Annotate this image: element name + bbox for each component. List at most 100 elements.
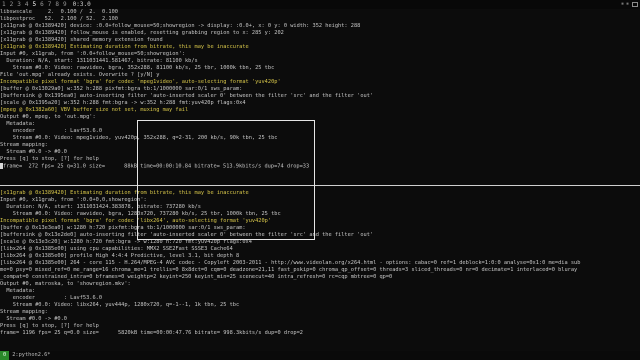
workspace-tag[interactable]: 6 (38, 1, 46, 8)
terminal-line: [scale @ 0x1395a20] w:352 h:288 fmt:bgra… (0, 100, 640, 107)
terminal-line-text: encoder : Lavf53.6.0 (0, 128, 103, 134)
terminal-line-text: Input #0, x11grab, from ':0.0+follow_mou… (0, 51, 185, 57)
tray-indicator-icon: ▪ (620, 1, 624, 7)
terminal-line: [x11grab @ 0x1389420] follow_mouse is en… (0, 30, 640, 37)
terminal-line-text: Output #0, matroska, to 'showregion.mkv'… (0, 281, 131, 287)
terminal-line: me=0 psy=0 mixed_ref=0 me_range=16 chrom… (0, 267, 640, 274)
pane-divider[interactable] (0, 185, 640, 186)
terminal-line-text: libswscale 2. 0.100 / 2. 0.100 (0, 9, 118, 15)
terminal-line: Press [q] to stop, [?] for help (0, 156, 640, 163)
terminal-line-text: [mpeg @ 0x1382a60] VBV buffer size not s… (0, 107, 189, 113)
terminal-pane-top[interactable]: libswscale 2. 0.100 / 2. 0.100 libpostpro… (0, 9, 640, 184)
terminal-line: [buffer @ 0x13029a0] w:352 h:288 pixfmt:… (0, 86, 640, 93)
terminal-line-text: Press [q] to stop, [?] for help (0, 323, 99, 329)
terminal-line: [libx264 @ 0x1385e00] using cpu capabili… (0, 246, 640, 253)
terminal-line: [x11grab @ 0x1389420] Estimating duratio… (0, 44, 640, 51)
terminal-line-text: frame= 272 fps= 25 q=31.0 size= 88kB tim… (3, 163, 310, 170)
terminal-line: _compat=0 constrained_intra=0 bframes=0 … (0, 274, 640, 281)
terminal-line-text: Stream #0.0: Video: rawvideo, bgra, 352x… (0, 65, 275, 71)
terminal-line-text: Press [q] to stop, [?] for help (0, 156, 99, 162)
terminal-line-text: Duration: N/A, start: 1311031424.383878,… (0, 204, 201, 210)
terminal-line-text: [scale @ 0x1395a20] w:352 h:288 fmt:bgra… (0, 100, 246, 106)
terminal-line-text: Stream #0.0 -> #0.0 (0, 316, 67, 322)
tmux-status-bar: 0 2:python2.6* (0, 351, 640, 360)
terminal-line: [buffersink @ 0x1395ea0] auto-inserting … (0, 93, 640, 100)
terminal-line: Duration: N/A, start: 1311031441.581467,… (0, 58, 640, 65)
terminal-line: Metadata: (0, 288, 640, 295)
terminal-line-text: [x11grab @ 0x1389420] device: :0.0+follo… (0, 23, 361, 29)
terminal-line: File 'out.mpg' already exists. Overwrite… (0, 72, 640, 79)
workspace-tag[interactable]: 4 (23, 1, 31, 8)
workspace-tag[interactable]: 5 (31, 1, 39, 8)
workspace-tag[interactable]: 8 (53, 1, 61, 8)
terminal-line: Press [q] to stop, [?] for help (0, 323, 640, 330)
terminal-line-text: Duration: N/A, start: 1311031441.581467,… (0, 58, 198, 64)
terminal-line: [mpeg @ 0x1382a60] VBV buffer size not s… (0, 107, 640, 114)
terminal-line-text: Stream #0.0: Video: rawvideo, bgra, 1280… (0, 211, 281, 217)
terminal-line-text: Output #0, mpeg, to 'out.mpg': (0, 114, 96, 120)
terminal-line: libpostproc 52. 2.100 / 52. 2.100 (0, 16, 640, 23)
terminal-line-text: Incompatible pixel format 'bgra' for cod… (0, 79, 281, 85)
terminal-line: frame= 1196 fps= 25 q=0.0 size= 5820kB t… (0, 330, 640, 337)
terminal-line: Input #0, x11grab, from ':0.0+0,0,showre… (0, 197, 640, 204)
workspace-tag[interactable]: 9 (61, 1, 69, 8)
terminal-line: Metadata: (0, 121, 640, 128)
terminal-line: Output #0, matroska, to 'showregion.mkv'… (0, 281, 640, 288)
workspace-tags: 123456789 (0, 0, 69, 9)
terminal-line: Stream mapping: (0, 142, 640, 149)
workspace-tag[interactable]: 3 (15, 1, 23, 8)
terminal-line: Stream #0.0 -> #0.0 (0, 316, 640, 323)
terminal-line-text: [scale @ 0x13e3c20] w:1280 h:720 fmt:bgr… (0, 239, 252, 245)
terminal-line-text: encoder : Lavf53.6.0 (0, 295, 103, 301)
terminal-line-text: Stream #0.0 -> #0.0 (0, 149, 67, 155)
terminal-line-text: [x11grab @ 0x1389420] shared memory exte… (0, 37, 163, 43)
terminal-line-text: [x11grab @ 0x1389420] Estimating duratio… (0, 190, 249, 196)
terminal-line-text: Stream mapping: (0, 142, 48, 148)
terminal-line: Input #0, x11grab, from ':0.0+follow_mou… (0, 51, 640, 58)
terminal-line: [libx264 @ 0x1385e00] 264 - core 115 - H… (0, 260, 640, 267)
terminal-line-text: [buffersink @ 0x13e2de0] auto-inserting … (0, 232, 374, 238)
window-indicator[interactable]: 2:python2.6* (9, 351, 50, 360)
terminal-line-text: Stream mapping: (0, 309, 48, 315)
terminal-line-text: Metadata: (0, 121, 36, 127)
terminal-line-text: libpostproc 52. 2.100 / 52. 2.100 (0, 16, 118, 22)
terminal-line-text: [libx264 @ 0x1385e00] using cpu capabili… (0, 246, 233, 252)
terminal-line: Stream #0.0 -> #0.0 (0, 149, 640, 156)
terminal-line-text: [x11grab @ 0x1389420] Estimating duratio… (0, 44, 249, 50)
terminal-line-text: [buffersink @ 0x1395ea0] auto-inserting … (0, 93, 374, 99)
terminal-line: Output #0, mpeg, to 'out.mpg': (0, 114, 640, 121)
window-title: 0:3.0 (72, 1, 91, 8)
terminal-pane-bottom[interactable]: [x11grab @ 0x1389420] Estimating duratio… (0, 190, 640, 350)
terminal-line: Stream mapping: (0, 309, 640, 316)
terminal-line-text: me=0 psy=0 mixed_ref=0 me_range=16 chrom… (0, 267, 578, 273)
terminal-line-text: [x11grab @ 0x1389420] follow_mouse is en… (0, 30, 284, 36)
terminal-line-text: frame= 1196 fps= 25 q=0.0 size= 5820kB t… (0, 330, 303, 336)
terminal-line: Duration: N/A, start: 1311031424.383878,… (0, 204, 640, 211)
terminal-line: frame= 272 fps= 25 q=31.0 size= 88kB tim… (0, 163, 640, 170)
terminal-line-text: Stream #0.0: Video: libx264, yuv444p, 12… (0, 302, 240, 308)
terminal-line: Incompatible pixel format 'bgra' for cod… (0, 79, 640, 86)
terminal-line-text: Stream #0.0: Video: mpeg1video, yuv420p,… (0, 135, 278, 141)
terminal-line-text: [buffer @ 0x13029a0] w:352 h:288 pixfmt:… (0, 86, 243, 92)
terminal-line: [x11grab @ 0x1389420] shared memory exte… (0, 37, 640, 44)
terminal-line: [x11grab @ 0x1389420] device: :0.0+follo… (0, 23, 640, 30)
session-indicator[interactable]: 0 (0, 351, 10, 360)
workspace-tag[interactable]: 1 (0, 1, 8, 8)
terminal-line: Stream #0.0: Video: rawvideo, bgra, 1280… (0, 211, 640, 218)
layout-icon[interactable] (632, 2, 638, 7)
terminal-line-text: [buffer @ 0x13e3ea0] w:1280 h:720 pixfmt… (0, 225, 246, 231)
terminal-line-text: _compat=0 constrained_intra=0 bframes=0 … (0, 274, 393, 280)
terminal-line: [buffersink @ 0x13e2de0] auto-inserting … (0, 232, 640, 239)
tray-indicator-icon: ▪ (625, 1, 629, 7)
terminal-line: [x11grab @ 0x1389420] Estimating duratio… (0, 190, 640, 197)
terminal-line: encoder : Lavf53.6.0 (0, 295, 640, 302)
terminal-line-text: [libx264 @ 0x1385e00] 264 - core 115 - H… (0, 260, 581, 266)
terminal-line: Incompatible pixel format 'bgra' for cod… (0, 218, 640, 225)
terminal-line-text: Metadata: (0, 288, 36, 294)
terminal-line: encoder : Lavf53.6.0 (0, 128, 640, 135)
terminal-line: Stream #0.0: Video: libx264, yuv444p, 12… (0, 302, 640, 309)
terminal-line: [libx264 @ 0x1385e00] profile High 4:4:4… (0, 253, 640, 260)
window-manager-bar: 123456789 0:3.0 ▪ ▪ (0, 0, 640, 9)
